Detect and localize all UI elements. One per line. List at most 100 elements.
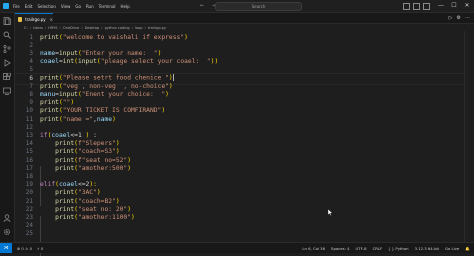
code-line[interactable]: 4 coael=int(input("pleage select your coa… bbox=[15, 58, 465, 66]
run-debug-icon[interactable] bbox=[3, 59, 11, 67]
cursor-position[interactable]: Ln 6, Col 36 bbox=[302, 246, 325, 251]
code-token: name bbox=[40, 49, 56, 57]
code-line[interactable]: 1 print("welcome to vaishali if express") bbox=[15, 33, 465, 41]
code-line[interactable]: 7 print("veg , non-veg , no-choice") bbox=[15, 82, 465, 90]
code-line[interactable]: 8 manu=input("Enent your choice: ") bbox=[15, 90, 465, 98]
breadcrumb-item[interactable]: C: bbox=[24, 26, 28, 30]
mouse-pointer-icon bbox=[327, 201, 333, 220]
code-token: <=1 bbox=[70, 131, 86, 139]
search-input[interactable]: Search bbox=[215, 2, 302, 11]
menu-help[interactable]: Help bbox=[121, 4, 130, 9]
menu-run[interactable]: Run bbox=[86, 4, 94, 9]
remote-explorer-icon[interactable] bbox=[3, 87, 11, 95]
menu-edit[interactable]: Edit bbox=[25, 4, 33, 9]
tab-trailrgo[interactable]: trailrgo.py × bbox=[15, 13, 53, 24]
code-token: input bbox=[58, 90, 78, 98]
code-text: coael=int(input("pleage select your coae… bbox=[40, 58, 218, 65]
extensions-icon[interactable] bbox=[3, 73, 11, 81]
code-line[interactable]: 23 print("amother:1100") bbox=[15, 213, 465, 221]
code-text: print("coach=S3") bbox=[40, 148, 119, 155]
editor-settings-icon[interactable]: ⚙ bbox=[457, 15, 461, 21]
code-text: print("seat no: 20") bbox=[40, 206, 131, 213]
tab-close-icon[interactable]: × bbox=[50, 17, 53, 22]
menu-terminal[interactable]: Terminal bbox=[99, 4, 116, 9]
code-line[interactable]: 2 bbox=[15, 41, 465, 49]
code-line[interactable]: 15 print("coach=S3") bbox=[15, 148, 465, 156]
code-token: input bbox=[58, 49, 78, 57]
code-line[interactable]: 14 print(f"Slepers") bbox=[15, 140, 465, 148]
code-line[interactable]: 11 print("name =",name) bbox=[15, 115, 465, 123]
source-control-icon[interactable] bbox=[3, 45, 11, 53]
window-controls: — ☐ ✕ bbox=[433, 1, 472, 11]
encoding[interactable]: UTF-8 bbox=[355, 246, 366, 251]
account-icon[interactable] bbox=[3, 214, 11, 222]
code-editor[interactable]: 1 print("welcome to vaishali if express")… bbox=[15, 31, 465, 256]
language-mode[interactable]: { } Python bbox=[388, 246, 408, 251]
search-icon[interactable] bbox=[3, 31, 11, 39]
code-line[interactable]: 22 print("seat no: 20") bbox=[15, 205, 465, 213]
code-token: print bbox=[40, 74, 59, 82]
code-token: "amother:1100" bbox=[77, 213, 132, 221]
run-python-icon[interactable]: ▷ bbox=[449, 15, 453, 21]
code-line[interactable]: 25 bbox=[15, 230, 465, 238]
tab-label: trailrgo.py bbox=[25, 16, 46, 22]
code-line[interactable]: 13 if(coael<=1 ) : bbox=[15, 131, 465, 139]
editor-scrollbar[interactable] bbox=[464, 31, 474, 242]
breadcrumb-separator: › bbox=[59, 25, 61, 30]
code-line[interactable]: 17 print("amother:500") bbox=[15, 164, 465, 172]
code-line[interactable]: 19 elif(coael<=2): bbox=[15, 181, 465, 189]
line-number: 25 bbox=[25, 230, 33, 238]
breadcrumb-item[interactable]: OneDrive bbox=[63, 26, 79, 30]
code-token: ) bbox=[127, 164, 132, 172]
go-live-button[interactable]: Go Live bbox=[445, 246, 459, 251]
line-number: 23 bbox=[25, 213, 33, 221]
minimize-button[interactable]: — bbox=[436, 1, 446, 11]
code-line[interactable]: 6 print("Please setrt food chenice ") bbox=[15, 74, 465, 82]
code-line[interactable]: 24 bbox=[15, 222, 465, 230]
breadcrumb-item[interactable]: trailrgo.py bbox=[148, 26, 166, 30]
close-window-button[interactable]: ✕ bbox=[462, 1, 472, 11]
code-token: ) bbox=[131, 213, 135, 221]
menu-view[interactable]: View bbox=[61, 4, 71, 9]
code-line[interactable]: 21 print("coach=B2") bbox=[15, 197, 465, 205]
indentation[interactable]: Spaces: 4 bbox=[331, 246, 349, 251]
breadcrumb-item[interactable]: Users bbox=[33, 26, 43, 30]
breadcrumb-item[interactable]: Desktop bbox=[85, 26, 99, 30]
code-line[interactable]: 3 name=input("Enter your name: ") bbox=[15, 49, 465, 57]
code-line[interactable]: 10 print("YOUR TICKET IS COMFIRAND") bbox=[15, 107, 465, 115]
more-actions-icon[interactable]: ⋯ bbox=[465, 15, 470, 21]
text-cursor bbox=[172, 74, 174, 82]
code-line[interactable]: 20 print("3AC") bbox=[15, 189, 465, 197]
toggle-sidebar-icon[interactable] bbox=[403, 3, 410, 10]
ports-indicator[interactable]: ⚡ 0 bbox=[37, 246, 43, 251]
code-line[interactable]: 9 print("") bbox=[15, 99, 465, 107]
customize-layout-icon[interactable] bbox=[423, 3, 430, 10]
code-token: "3AC" bbox=[77, 189, 97, 197]
menu-go[interactable]: Go bbox=[75, 4, 81, 9]
line-number: 18 bbox=[25, 172, 33, 180]
toggle-panel-icon[interactable] bbox=[413, 3, 420, 10]
code-line[interactable]: 18 bbox=[15, 172, 465, 180]
code-line[interactable]: 16 print(f"seat no=52") bbox=[15, 156, 465, 164]
breadcrumb-item[interactable]: HRYS bbox=[48, 26, 57, 30]
python-interpreter[interactable]: 3.12.3 64-bit bbox=[415, 246, 439, 251]
explorer-icon[interactable] bbox=[3, 17, 11, 25]
code-line[interactable]: 12 bbox=[15, 123, 465, 131]
menu-file[interactable]: File bbox=[13, 4, 20, 9]
notifications-bell-icon[interactable]: 🔔 bbox=[465, 246, 470, 251]
menu-selection[interactable]: Selection bbox=[37, 4, 55, 9]
line-ending[interactable]: CRLF bbox=[373, 246, 383, 251]
code-token: : bbox=[89, 131, 97, 139]
problems-indicator[interactable]: ⊗ 0 ⚠ 0 bbox=[17, 246, 32, 251]
menu-bar: File Edit Selection View Go Run Terminal Help bbox=[13, 4, 135, 9]
activity-bar bbox=[0, 13, 15, 242]
line-number: 24 bbox=[25, 222, 33, 230]
breadcrumb-item[interactable]: loop bbox=[135, 26, 142, 30]
breadcrumb-item[interactable]: python coding bbox=[105, 26, 130, 30]
code-token: elif bbox=[40, 181, 56, 189]
settings-gear-icon[interactable] bbox=[3, 228, 11, 236]
maximize-button[interactable]: ☐ bbox=[449, 1, 459, 11]
